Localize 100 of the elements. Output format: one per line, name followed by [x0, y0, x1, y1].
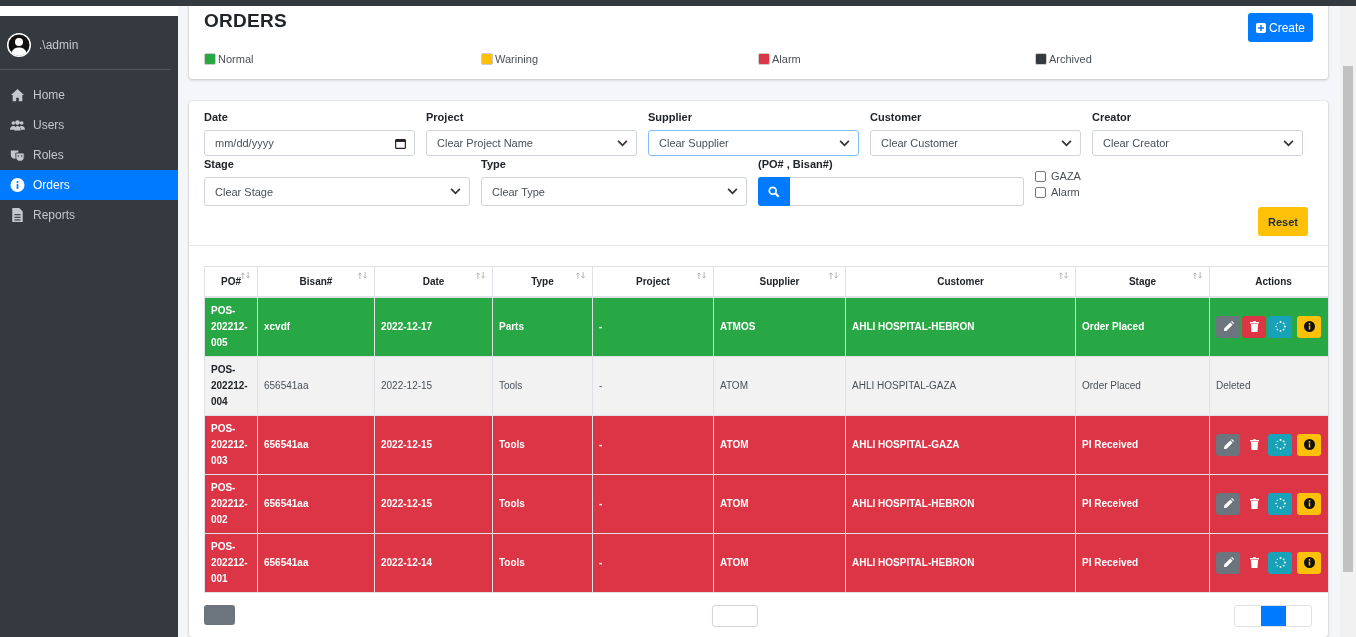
sort-icon — [1058, 272, 1069, 279]
user-name[interactable]: .\admin — [39, 38, 79, 52]
sort-icon — [475, 272, 486, 279]
spinner-icon — [1274, 498, 1286, 509]
filter-label: Supplier — [648, 111, 693, 123]
select-field[interactable]: Clear Type — [481, 177, 747, 206]
table-cell: POS-202212-003 — [204, 415, 258, 474]
sort-icon — [575, 272, 586, 279]
table-row[interactable]: POS-202212-002 656541aa 2022-12-15 Tools - ATOM AHLI HOSPITAL-HEBRON PI Received — [204, 474, 1328, 533]
pencil-icon — [1222, 498, 1234, 509]
table-cell: AHLI HOSPITAL-HEBRON — [845, 297, 1076, 356]
plus-square-icon — [1255, 22, 1266, 33]
search-field[interactable] — [790, 177, 1024, 206]
pencil-icon — [1222, 439, 1234, 450]
table-cell: 2022-12-15 — [374, 474, 493, 533]
edit-button[interactable] — [1216, 433, 1240, 456]
sort-icon — [828, 272, 839, 279]
nav-item[interactable]: Roles — [0, 140, 178, 170]
trash-icon — [1249, 321, 1259, 333]
avatar-icon — [7, 33, 31, 57]
date-field[interactable]: mm/dd/yyyy — [204, 130, 415, 156]
nav-item[interactable]: Orders — [0, 170, 178, 200]
table-cell: - — [592, 474, 714, 533]
users-icon — [10, 118, 25, 132]
select-field[interactable]: Clear Creator — [1092, 130, 1303, 156]
table-cell: ATOM — [713, 415, 846, 474]
chevron-down-icon — [1283, 139, 1294, 147]
chevron-down-icon — [617, 139, 628, 147]
sort-icon — [1192, 272, 1203, 279]
home-icon — [10, 88, 25, 102]
legend-label: Warining — [495, 53, 538, 65]
trash-icon — [1249, 557, 1259, 568]
select-field[interactable]: Clear Supplier — [648, 130, 859, 156]
info-icon — [1303, 439, 1315, 450]
pencil-icon — [1222, 321, 1234, 333]
select-field[interactable]: Clear Stage — [204, 177, 470, 206]
table-cell: 2022-12-17 — [374, 297, 493, 356]
table-row[interactable]: POS-202212-001 656541aa 2022-12-14 Tools - ATOM AHLI HOSPITAL-HEBRON PI Received — [204, 533, 1328, 592]
info-icon — [1303, 557, 1315, 568]
edit-button[interactable] — [1216, 492, 1240, 515]
info-button[interactable] — [1297, 433, 1321, 456]
info-button[interactable] — [1297, 492, 1321, 515]
filter-label: Type — [481, 158, 507, 170]
chevron-down-icon — [727, 188, 738, 195]
spinner-icon — [1274, 439, 1286, 450]
checkbox-label: Alarm — [1051, 186, 1080, 198]
legend-label: Alarm — [772, 53, 801, 65]
sort-icon — [240, 272, 251, 279]
sort-icon — [696, 272, 707, 279]
edit-button[interactable] — [1216, 315, 1240, 338]
delete-button[interactable] — [1242, 315, 1266, 338]
nav-item[interactable]: Users — [0, 110, 178, 140]
table-cell: ATOM — [713, 356, 846, 415]
pagination[interactable] — [1234, 604, 1312, 627]
info-button[interactable] — [1297, 315, 1321, 338]
table-cell: - — [592, 297, 714, 356]
table-cell: xcvdf — [257, 297, 375, 356]
select-field[interactable]: Clear Project Name — [426, 130, 637, 156]
refresh-button[interactable] — [1268, 551, 1292, 574]
table-cell: Order Placed — [1075, 356, 1210, 415]
search-button[interactable] — [758, 177, 790, 206]
spinner-icon — [1274, 557, 1286, 568]
nav-item[interactable]: Home — [0, 80, 178, 110]
checkbox[interactable] — [1035, 170, 1046, 182]
search-icon — [768, 185, 780, 198]
refresh-button[interactable] — [1268, 492, 1292, 515]
legend-label: Archived — [1049, 53, 1092, 65]
table-row[interactable]: POS-202212-004 656541aa 2022-12-15 Tools - ATOM AHLI HOSPITAL-GAZA Order Placed Deleted — [204, 356, 1328, 415]
table-cell: Parts — [492, 297, 593, 356]
table-cell: POS-202212-004 — [204, 356, 258, 415]
info-icon — [1303, 498, 1315, 509]
info-icon — [1303, 321, 1315, 333]
checkbox[interactable] — [1035, 186, 1046, 198]
page-size-button[interactable] — [204, 604, 235, 625]
filter-label: Creator — [1092, 111, 1133, 123]
filter-label: Date — [204, 111, 229, 123]
nav-item[interactable]: Reports — [0, 200, 178, 230]
select-field[interactable]: Clear Customer — [870, 130, 1081, 156]
document-icon — [10, 208, 25, 222]
chevron-down-icon — [839, 139, 850, 147]
table-cell: AHLI HOSPITAL-GAZA — [845, 356, 1076, 415]
table-row[interactable]: POS-202212-003 656541aa 2022-12-15 Tools - ATOM AHLI HOSPITAL-GAZA PI Received — [204, 415, 1328, 474]
chevron-down-icon — [450, 188, 461, 195]
table-cell: AHLI HOSPITAL-GAZA — [845, 415, 1076, 474]
pencil-icon — [1222, 557, 1234, 568]
trash-icon — [1249, 439, 1259, 450]
reset-button[interactable]: Reset — [1258, 207, 1308, 236]
table-cell: POS-202212-001 — [204, 533, 258, 592]
create-button[interactable]: Create — [1247, 13, 1313, 42]
masks-icon — [10, 148, 25, 162]
sort-icon — [357, 272, 368, 279]
page-field[interactable] — [711, 604, 758, 627]
scrollbar[interactable] — [1340, 6, 1356, 637]
info-button[interactable] — [1297, 551, 1321, 574]
table-cell: - — [592, 533, 714, 592]
edit-button[interactable] — [1216, 551, 1240, 574]
table-cell: Order Placed — [1075, 297, 1210, 356]
table-cell: 656541aa — [257, 533, 375, 592]
refresh-button[interactable] — [1268, 433, 1292, 456]
filter-label: (PO# , Bisan#) — [758, 158, 834, 170]
